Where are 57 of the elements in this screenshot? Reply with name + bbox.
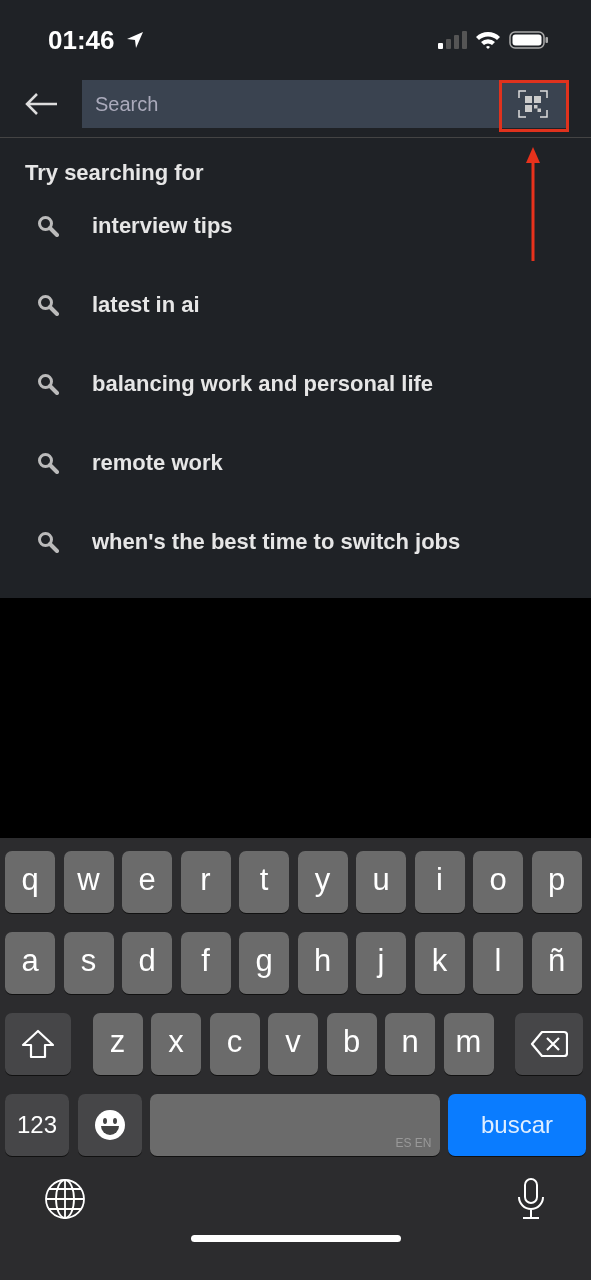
suggestion-item[interactable]: balancing work and personal life <box>37 344 591 423</box>
key[interactable]: x <box>151 1013 201 1075</box>
search-icon <box>37 530 59 553</box>
suggestion-item[interactable]: remote work <box>37 423 591 502</box>
emoji-key[interactable] <box>77 1094 142 1156</box>
key[interactable]: n <box>385 1013 435 1075</box>
highlight-box <box>499 80 569 132</box>
qr-scan-icon[interactable] <box>518 90 548 118</box>
suggestion-item[interactable]: latest in ai <box>37 265 591 344</box>
suggestion-item[interactable]: when's the best time to switch jobs <box>37 502 591 581</box>
key[interactable]: r <box>180 851 231 913</box>
numbers-key[interactable]: 123 <box>5 1094 69 1156</box>
search-field[interactable]: Search <box>82 80 567 128</box>
key[interactable]: a <box>5 932 55 994</box>
key[interactable]: s <box>63 932 114 994</box>
arrow-icon <box>526 147 540 261</box>
key[interactable]: t <box>239 851 289 913</box>
key[interactable]: k <box>414 932 465 994</box>
search-icon <box>37 214 59 237</box>
key[interactable]: m <box>443 1013 494 1075</box>
key[interactable]: ñ <box>531 932 582 994</box>
globe-icon[interactable] <box>44 1178 86 1220</box>
key[interactable]: f <box>180 932 231 994</box>
search-icon <box>37 451 59 474</box>
section-title: Try searching for <box>25 160 205 186</box>
backspace-icon <box>530 1030 568 1058</box>
key[interactable]: q <box>5 851 55 913</box>
search-icon <box>37 293 59 316</box>
key[interactable]: e <box>122 851 172 913</box>
key[interactable]: y <box>297 851 348 913</box>
key[interactable]: w <box>63 851 114 913</box>
key[interactable]: c <box>209 1013 260 1075</box>
key[interactable]: p <box>531 851 582 913</box>
key[interactable]: z <box>92 1013 143 1075</box>
key[interactable]: v <box>268 1013 318 1075</box>
wifi-icon <box>475 30 501 50</box>
signal-icon <box>437 30 467 50</box>
key[interactable]: o <box>473 851 523 913</box>
search-key[interactable]: buscar <box>448 1094 586 1156</box>
suggestion-item[interactable]: interview tips <box>37 186 591 265</box>
key[interactable]: d <box>122 932 172 994</box>
key[interactable]: h <box>297 932 348 994</box>
key[interactable]: j <box>356 932 406 994</box>
smiley-icon <box>93 1109 126 1141</box>
back-button[interactable] <box>24 92 58 116</box>
battery-icon <box>509 30 549 50</box>
key[interactable]: g <box>239 932 289 994</box>
status-time: 01:46 <box>48 24 115 56</box>
shift-key[interactable] <box>5 1013 71 1075</box>
key[interactable]: l <box>473 932 523 994</box>
microphone-icon[interactable] <box>515 1177 547 1221</box>
key[interactable]: u <box>356 851 406 913</box>
shift-icon <box>21 1029 55 1059</box>
delete-key[interactable] <box>515 1013 583 1075</box>
key[interactable]: i <box>414 851 465 913</box>
search-icon <box>37 372 59 395</box>
key[interactable]: b <box>326 1013 377 1075</box>
